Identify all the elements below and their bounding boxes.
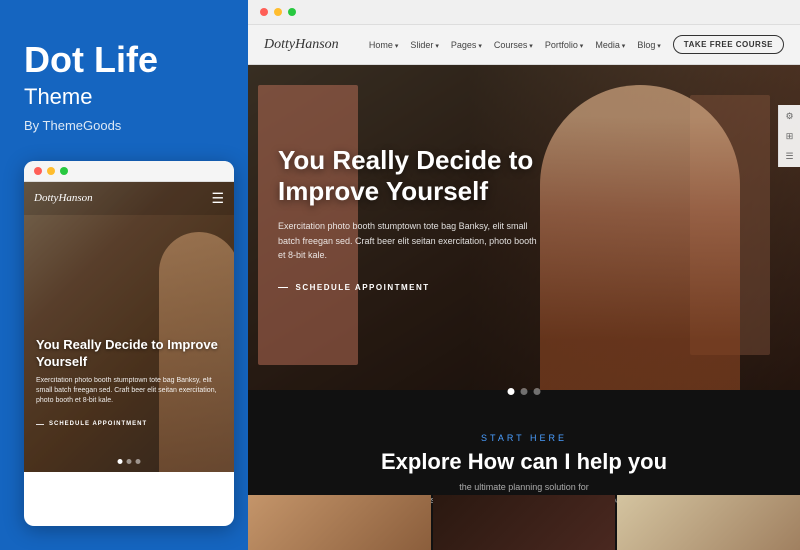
nav-pages[interactable]: Pages: [451, 40, 482, 50]
hamburger-icon[interactable]: ☰: [211, 190, 224, 207]
left-panel: Dot Life Theme By ThemeGoods DottyHanson…: [0, 0, 248, 550]
settings-icon[interactable]: ⚙: [783, 109, 797, 123]
desktop-nav: DottyHanson Home Slider Pages Courses Po…: [248, 25, 800, 65]
thumb-row: [248, 495, 800, 550]
thumb-2: [433, 495, 616, 550]
thumb-3: [617, 495, 800, 550]
dot-yellow: [47, 167, 55, 175]
mobile-hero-body: Exercitation photo booth stumptown tote …: [36, 376, 222, 405]
theme-subtitle: Theme: [24, 84, 92, 110]
nav-home[interactable]: Home: [369, 40, 398, 50]
desktop-dot-yellow: [274, 8, 282, 16]
desktop-hero-body: Exercitation photo booth stumptown tote …: [278, 219, 538, 262]
hero-dot-3[interactable]: [534, 388, 541, 395]
explore-title: Explore How can I help you: [381, 449, 667, 475]
start-here-label: START HERE: [481, 433, 567, 443]
mobile-nav: DottyHanson ☰: [24, 182, 234, 215]
nav-slider[interactable]: Slider: [410, 40, 438, 50]
mobile-hero: You Really Decide to Improve Yourself Ex…: [24, 182, 234, 472]
theme-title: Dot Life: [24, 40, 158, 80]
mobile-hero-text: You Really Decide to Improve Yourself Ex…: [36, 337, 222, 431]
nav-blog[interactable]: Blog: [637, 40, 660, 50]
desktop-content: DottyHanson Home Slider Pages Courses Po…: [248, 25, 800, 550]
dot-red: [34, 167, 42, 175]
desktop-hero: You Really Decide to Improve Yourself Ex…: [248, 65, 800, 405]
mobile-content: DottyHanson ☰ You Really Decide to Impro…: [24, 182, 234, 526]
desktop-dot-green: [288, 8, 296, 16]
desktop-logo: DottyHanson: [264, 37, 339, 53]
mobile-dot-1: [118, 459, 123, 464]
person-desktop: [540, 85, 740, 405]
take-course-button[interactable]: TAKE FREE COURSE: [673, 35, 784, 54]
nav-courses[interactable]: Courses: [494, 40, 533, 50]
mobile-dots: [118, 459, 141, 464]
right-panel: DottyHanson Home Slider Pages Courses Po…: [248, 0, 800, 550]
desktop-sidebar-icons: ⚙ ⊞ ☰: [778, 105, 800, 167]
explore-sub-1: the ultimate planning solution for: [459, 482, 589, 492]
list-icon[interactable]: ☰: [783, 149, 797, 163]
mobile-dot-3: [136, 459, 141, 464]
by-line: By ThemeGoods: [24, 118, 121, 133]
thumb-1: [248, 495, 431, 550]
desktop-dot-red: [260, 8, 268, 16]
mobile-preview: DottyHanson ☰ You Really Decide to Impro…: [24, 161, 234, 526]
nav-media[interactable]: Media: [595, 40, 625, 50]
desktop-browser-bar: [248, 0, 800, 25]
hero-dot-1[interactable]: [508, 388, 515, 395]
mobile-browser-bar: [24, 161, 234, 182]
desktop-nav-links: Home Slider Pages Courses Portfolio Medi…: [369, 35, 784, 54]
hero-dots: [508, 388, 541, 395]
dot-green: [60, 167, 68, 175]
mobile-hero-heading: You Really Decide to Improve Yourself: [36, 337, 222, 371]
desktop-hero-heading: You Really Decide to Improve Yourself: [278, 145, 538, 207]
nav-portfolio[interactable]: Portfolio: [545, 40, 584, 50]
hero-dot-2[interactable]: [521, 388, 528, 395]
mobile-logo: DottyHanson: [34, 192, 93, 204]
desktop-hero-cta[interactable]: SCHEDULE APPOINTMENT: [278, 282, 430, 293]
desktop-bottom: START HERE Explore How can I help you th…: [248, 390, 800, 550]
mobile-dot-2: [127, 459, 132, 464]
mobile-cta[interactable]: SCHEDULE APPOINTMENT: [36, 420, 147, 429]
desktop-hero-text: You Really Decide to Improve Yourself Ex…: [278, 145, 538, 295]
grid-icon[interactable]: ⊞: [783, 129, 797, 143]
